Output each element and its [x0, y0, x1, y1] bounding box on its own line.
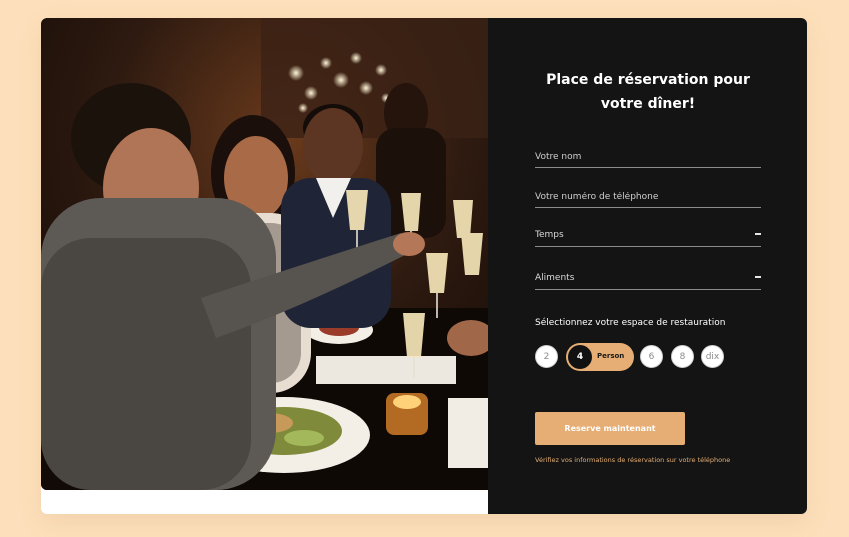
food-select-label: Aliments: [535, 273, 575, 283]
phone-input[interactable]: [535, 189, 761, 205]
seat-unit-label: Person: [597, 352, 625, 360]
phone-field: [535, 189, 761, 208]
seat-option-4-selected[interactable]: 4 Person: [566, 343, 634, 371]
seat-count: 4: [568, 345, 592, 369]
form-title: Place de réservation pour votre dîner!: [546, 72, 750, 112]
food-select[interactable]: Aliments: [535, 271, 761, 290]
reserve-button[interactable]: Reserve maintenant: [535, 412, 685, 445]
dining-space-label: Sélectionnez votre espace de restauratio…: [535, 318, 726, 328]
seat-option-2[interactable]: 2: [535, 345, 558, 368]
name-input[interactable]: [535, 149, 761, 165]
seat-option-6[interactable]: 6: [640, 345, 663, 368]
dropdown-caret-icon: [755, 233, 761, 235]
time-select-label: Temps: [535, 230, 564, 240]
confirmation-note: Vérifiez vos informations de réservation…: [535, 456, 731, 464]
name-field: [535, 149, 761, 168]
seat-option-dix[interactable]: dix: [701, 345, 724, 368]
reservation-form-panel: Place de réservation pour votre dîner! T…: [488, 18, 807, 514]
reservation-card: Place de réservation pour votre dîner! T…: [41, 18, 807, 514]
restaurant-photo: [41, 18, 488, 490]
time-select[interactable]: Temps: [535, 228, 761, 247]
seat-option-8[interactable]: 8: [671, 345, 694, 368]
dropdown-caret-icon: [755, 276, 761, 278]
seat-selector: 2 4 Person 6 8 dix: [535, 343, 775, 371]
